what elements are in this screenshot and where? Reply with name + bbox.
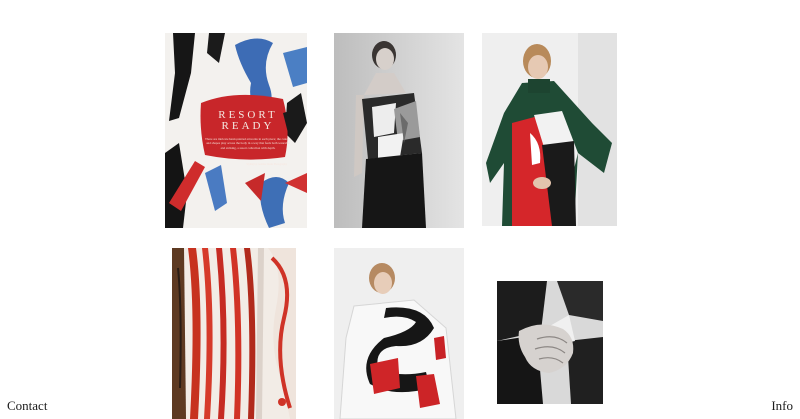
knit-closeup-photo [172,248,296,419]
magazine-title-line2: READY [221,120,275,132]
magazine-credit-text: Styling by Gemma Deeks Photography [246,163,287,166]
green-sweater-photo [482,33,617,226]
gallery-image-magazine-resort-ready[interactable]: RESORT READY There are intricate hand-pa… [165,33,307,228]
magazine-title: RESORT READY [211,110,285,132]
white-shirt-photo [334,248,464,419]
contact-link[interactable]: Contact [7,398,47,414]
gallery-image-knit-stripes-closeup[interactable] [172,248,296,419]
info-link[interactable]: Info [771,398,793,414]
bw-model-photo [334,33,464,228]
portfolio-page: RESORT READY There are intricate hand-pa… [0,0,800,419]
gallery-image-green-ribbed-model[interactable] [482,33,617,226]
gallery-image-bw-hands-closeup[interactable] [497,281,603,404]
bw-hands-photo [497,281,603,404]
gallery-image-white-shirt-model[interactable] [334,248,464,419]
gallery-image-bw-model-bustier[interactable] [334,33,464,228]
magazine-body-text: There are intricate hand-painted artwork… [205,137,291,150]
